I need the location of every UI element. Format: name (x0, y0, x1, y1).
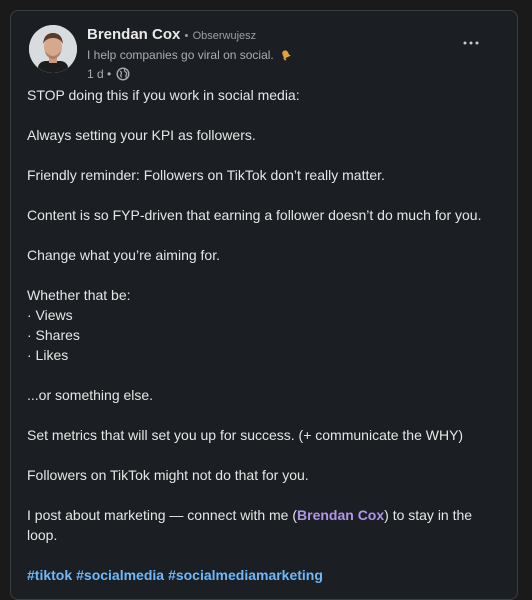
list-item: · Shares (27, 327, 80, 343)
post-line: Content is so FYP-driven that earning a … (27, 207, 482, 223)
post-header: Brendan Cox • Obserwujesz I help compani… (29, 25, 499, 81)
hashtag-link[interactable]: #tiktok (27, 567, 72, 583)
post-line-cta: I post about marketing — connect with me… (27, 505, 497, 525)
post-line: loop. (27, 527, 58, 543)
more-options-button[interactable] (457, 35, 485, 55)
post-line: STOP doing this if you work in social me… (27, 87, 300, 103)
hashtag-link[interactable]: #socialmedia (76, 567, 164, 583)
follow-status: Obserwujesz (192, 30, 257, 42)
post-line: Set metrics that will set you up for suc… (27, 427, 464, 443)
avatar-image (29, 25, 77, 73)
post-line: Followers on TikTok might not do that fo… (27, 467, 309, 483)
post-line: Always setting your KPI as followers. (27, 127, 256, 143)
author-mention-link[interactable]: Brendan Cox (297, 507, 384, 523)
hashtag-list: #tiktok #socialmedia #socialmediamarketing (27, 565, 497, 585)
more-horizontal-icon (463, 41, 479, 45)
list-item: · Views (27, 307, 73, 323)
globe-icon (116, 67, 130, 85)
post-line: Change what you’re aiming for. (27, 247, 220, 263)
post-time: 1 d (87, 67, 104, 81)
post-card: Brendan Cox • Obserwujesz I help compani… (10, 10, 518, 600)
author-headline: I help companies go viral on social. (87, 48, 274, 62)
post-body: STOP doing this if you work in social me… (27, 85, 497, 585)
post-meta-row: 1 d • (87, 66, 447, 85)
post-line: Whether that be: (27, 287, 131, 303)
post-line: ...or something else. (27, 387, 154, 403)
follow-separator: • (184, 30, 189, 42)
bell-icon (280, 49, 292, 65)
hashtag-link[interactable]: #socialmediamarketing (168, 567, 323, 583)
meta-separator: • (107, 67, 112, 81)
cta-prefix: I post about marketing — connect with me… (27, 507, 298, 523)
author-name-row: Brendan Cox • Obserwujesz (87, 25, 447, 46)
cta-suffix: ) to stay in the (384, 507, 473, 523)
author-headline-row: I help companies go viral on social. (87, 47, 447, 65)
author-name[interactable]: Brendan Cox (87, 26, 180, 43)
list-item: · Likes (27, 347, 69, 363)
avatar[interactable] (29, 25, 77, 73)
author-block: Brendan Cox • Obserwujesz I help compani… (87, 25, 447, 85)
post-line: Friendly reminder: Followers on TikTok d… (27, 167, 385, 183)
